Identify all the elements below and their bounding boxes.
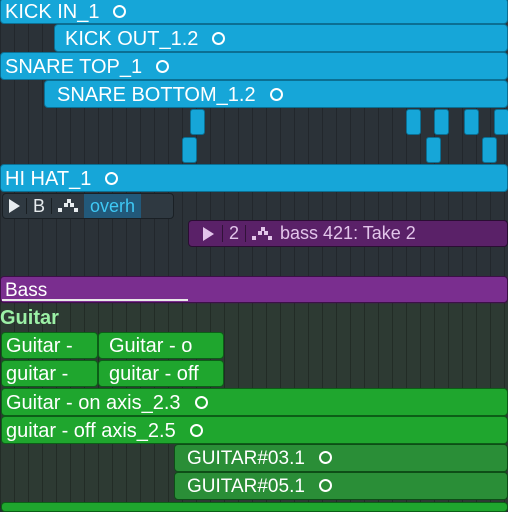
region-guitar-on-small[interactable]: Guitar - — [1, 332, 98, 359]
loop-circle-icon — [189, 423, 203, 437]
play-icon — [203, 226, 214, 241]
take-number-label: 2 — [229, 223, 240, 243]
bars-button[interactable] — [52, 194, 84, 218]
play-button[interactable] — [189, 221, 222, 246]
region-guitar-off-small[interactable]: guitar - — [1, 360, 98, 387]
region-label: guitar - off axis_2.5 — [6, 420, 176, 442]
region-guitar-partial-bottom[interactable] — [1, 502, 508, 512]
loop-circle-icon — [194, 395, 208, 409]
b-label: B — [33, 195, 46, 216]
region-label: KICK OUT_1.2 — [65, 28, 199, 50]
region-guitar-on-axis[interactable]: Guitar - on axis_2.3 — [1, 388, 508, 416]
tom-hit[interactable] — [494, 109, 508, 135]
guitar-header-label: Guitar — [0, 307, 59, 329]
loop-circle-icon — [156, 59, 170, 73]
tom-hit[interactable] — [482, 137, 497, 163]
region-label: GUITAR#03.1 — [187, 448, 305, 469]
region-label: Bass — [5, 280, 48, 301]
bass-take-region[interactable]: 2 bass 421: Take 2 — [188, 220, 508, 247]
region-hi-hat[interactable]: HI HAT_1 — [0, 164, 508, 192]
loop-circle-icon — [105, 171, 119, 185]
play-icon — [9, 199, 20, 213]
region-label: SNARE TOP_1 — [5, 56, 143, 78]
loop-circle-icon — [318, 478, 332, 492]
region-kick-in[interactable]: KICK IN_1 — [0, 0, 508, 24]
tom-hit[interactable] — [464, 109, 479, 135]
tom-hit[interactable] — [434, 109, 449, 135]
bass-take-name: bass 421: Take 2 — [278, 221, 422, 246]
region-label: Guitar - on axis_2.3 — [6, 392, 181, 414]
region-label: HI HAT_1 — [5, 168, 92, 190]
region-guitar-on-small-2[interactable]: Guitar - o — [98, 332, 224, 359]
loop-circle-icon — [318, 450, 332, 464]
region-label: Guitar - — [6, 335, 73, 357]
region-label: guitar - off — [109, 363, 199, 385]
bass-take-name-label: bass 421: Take 2 — [280, 223, 416, 243]
bars-icon — [252, 226, 273, 241]
region-label: guitar - — [6, 363, 69, 385]
guitar-track-header: Guitar — [0, 306, 59, 330]
region-snare-top[interactable]: SNARE TOP_1 — [0, 52, 508, 80]
overhead-region-toolbar[interactable]: B overh — [2, 193, 174, 219]
region-guitar-off-axis[interactable]: guitar - off axis_2.5 — [1, 416, 508, 444]
region-snare-bottom[interactable]: SNARE BOTTOM_1.2 — [44, 80, 508, 108]
take-number: 2 — [223, 221, 245, 246]
region-label: KICK IN_1 — [5, 1, 100, 23]
loop-circle-icon — [269, 87, 283, 101]
tom-hit[interactable] — [182, 137, 197, 163]
tom-hit[interactable] — [406, 109, 421, 135]
overhead-name-label: overh — [90, 195, 136, 216]
region-guitar-05[interactable]: GUITAR#05.1 — [174, 472, 508, 500]
region-label: GUITAR#05.1 — [187, 476, 305, 497]
play-button[interactable] — [3, 194, 26, 218]
tom-hit[interactable] — [426, 137, 441, 163]
bass-selection-bar — [2, 299, 188, 301]
tom-hit[interactable] — [190, 109, 205, 135]
loop-circle-icon — [212, 31, 226, 45]
region-label: SNARE BOTTOM_1.2 — [57, 84, 256, 106]
region-guitar-03[interactable]: GUITAR#03.1 — [174, 444, 508, 472]
bars-icon — [58, 199, 79, 213]
bars-button[interactable] — [246, 221, 278, 246]
region-kick-out[interactable]: KICK OUT_1.2 — [54, 24, 508, 52]
overhead-region-name[interactable]: overh — [84, 194, 142, 218]
region-label: Guitar - o — [109, 335, 193, 357]
loop-circle-icon — [113, 4, 127, 18]
region-guitar-off-small-2[interactable]: guitar - off — [98, 360, 224, 387]
b-button[interactable]: B — [27, 194, 51, 218]
